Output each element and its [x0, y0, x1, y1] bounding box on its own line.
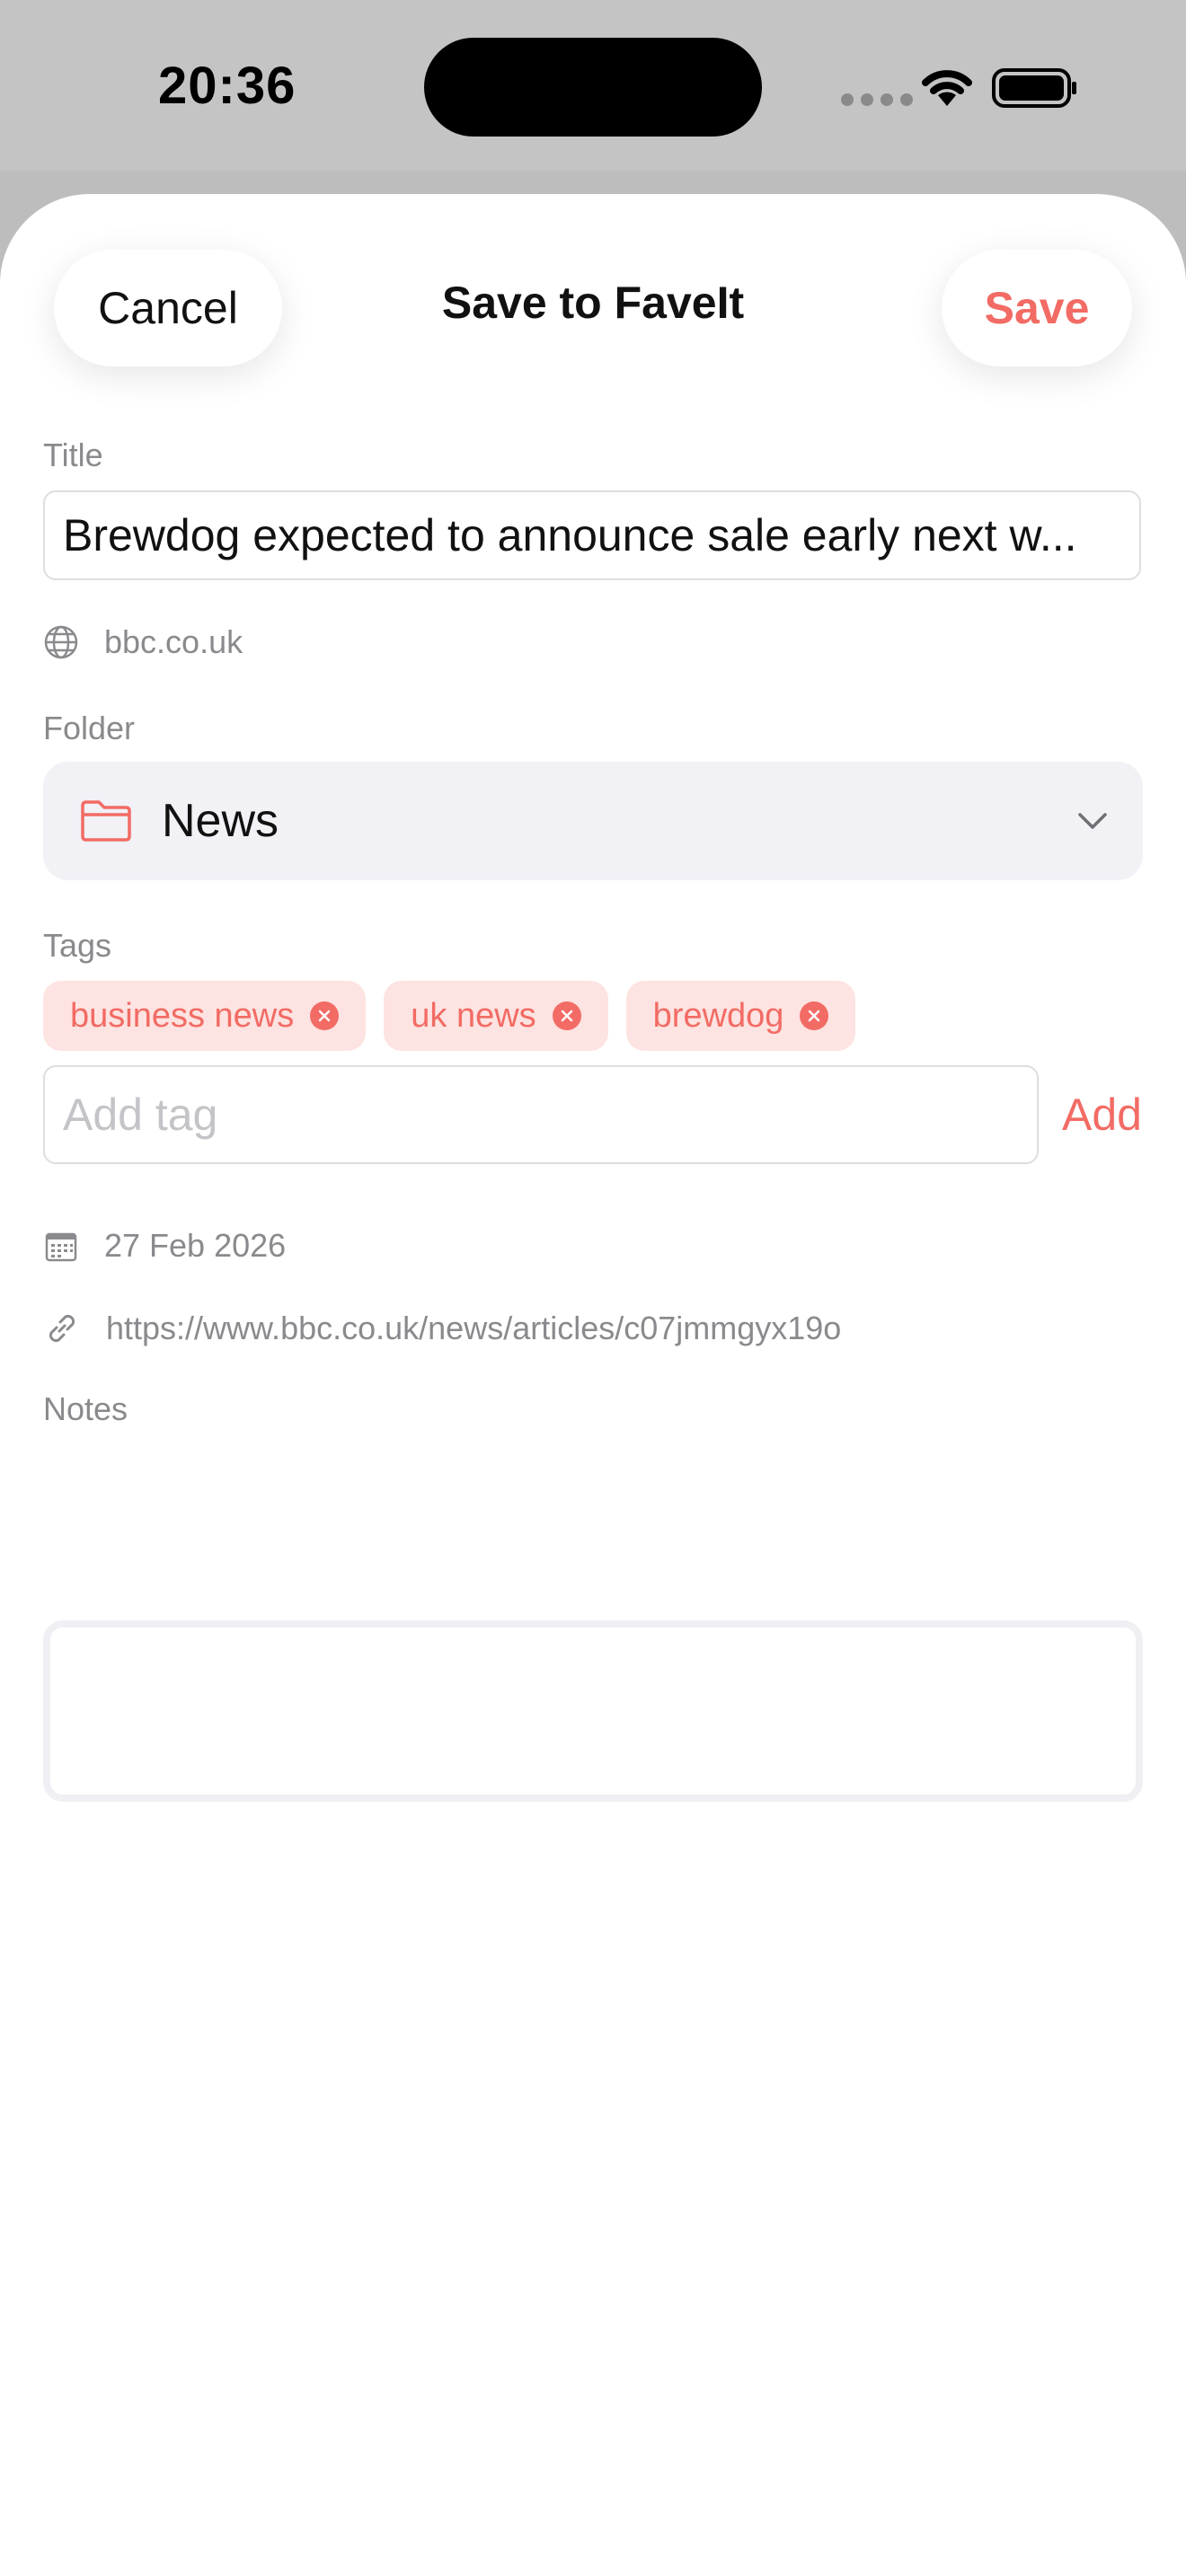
title-label: Title — [43, 437, 103, 473]
folder-icon — [81, 800, 131, 842]
notes-field[interactable] — [43, 1620, 1143, 1802]
remove-tag-icon[interactable] — [310, 1001, 340, 1030]
tag-chip: uk news — [384, 981, 608, 1051]
add-tag-input[interactable] — [43, 1065, 1039, 1164]
date-text: 27 Feb 2026 — [104, 1227, 287, 1264]
url-row: https://www.bbc.co.uk/news/articles/c07j… — [43, 1310, 841, 1347]
link-icon — [49, 1314, 75, 1343]
globe-icon — [44, 625, 78, 659]
domain-row: bbc.co.uk — [43, 623, 243, 661]
url-link[interactable]: https://www.bbc.co.uk/news/articles/c07j… — [106, 1310, 841, 1347]
wifi-icon — [922, 70, 972, 106]
cellular-signal-icon — [841, 93, 920, 110]
title-field[interactable]: Brewdog expected to announce sale early … — [43, 490, 1141, 580]
chevron-down-icon — [1078, 813, 1107, 829]
tag-chip: brewdog — [625, 981, 856, 1051]
calendar-icon — [45, 1232, 77, 1262]
tag-label: business news — [70, 996, 295, 1035]
tags-label: Tags — [43, 927, 112, 964]
dynamic-island — [424, 38, 762, 137]
status-bar: 20:36 — [0, 0, 1186, 171]
folder-value: News — [162, 795, 279, 847]
remove-tag-icon[interactable] — [552, 1001, 581, 1030]
tag-chip: business news — [43, 981, 367, 1051]
domain-text: bbc.co.uk — [104, 623, 243, 660]
notes-label: Notes — [43, 1390, 128, 1427]
save-button[interactable]: Save — [942, 250, 1132, 366]
tag-label: brewdog — [652, 996, 784, 1035]
status-time: 20:36 — [158, 57, 296, 115]
folder-label: Folder — [43, 710, 136, 746]
add-tag-button[interactable]: Add — [1062, 1089, 1142, 1141]
battery-icon — [992, 68, 1076, 108]
tags-list: business news uk news brewdog — [43, 981, 873, 1051]
tag-label: uk news — [411, 996, 536, 1035]
date-row: 27 Feb 2026 — [43, 1227, 286, 1265]
save-sheet: Cancel Save to FaveIt Save Title Brewdog… — [0, 194, 1186, 2576]
remove-tag-icon[interactable] — [800, 1001, 829, 1030]
folder-select[interactable]: News — [43, 762, 1143, 880]
